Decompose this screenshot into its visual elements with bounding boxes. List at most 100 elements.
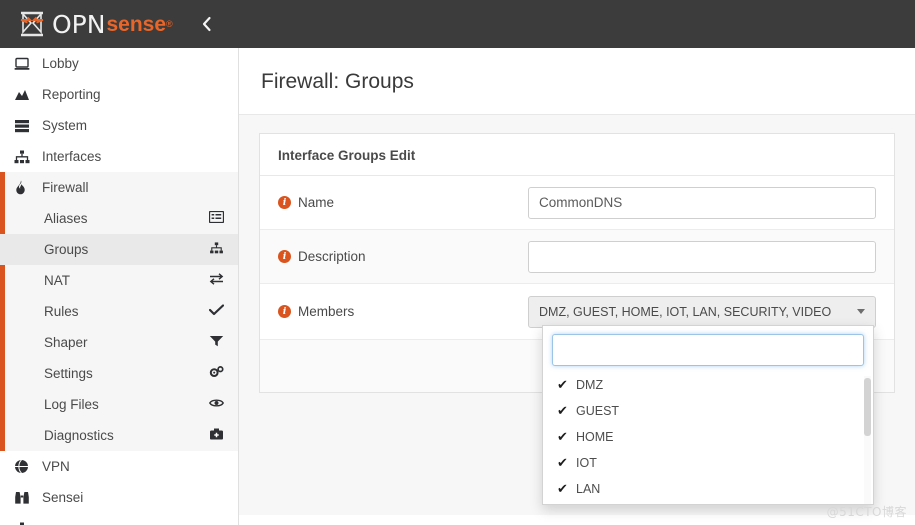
sidebar-item-partial[interactable] (0, 513, 238, 525)
partial-item-icon (14, 522, 38, 525)
dropdown-option-lan[interactable]: ✔ LAN (543, 476, 873, 502)
sidebar-label-sensei: Sensei (42, 490, 83, 505)
check-icon: ✔ (557, 378, 576, 393)
sidebar-collapse-button[interactable] (195, 9, 219, 39)
sidebar-item-interfaces[interactable]: Interfaces (0, 141, 238, 172)
form-row-description: i Description (260, 230, 894, 284)
field-label-description: i Description (278, 249, 528, 264)
sitemap-icon (14, 150, 38, 164)
fire-icon (14, 180, 38, 195)
panel-heading: Interface Groups Edit (260, 134, 894, 176)
field-control-name (528, 187, 876, 219)
sidebar-item-system[interactable]: System (0, 110, 238, 141)
dropdown-option-label: HOME (576, 430, 614, 444)
medkit-icon (206, 428, 224, 444)
field-label-members: i Members (278, 304, 528, 319)
brand-opn-text: OPN (52, 12, 105, 37)
exchange-icon (206, 273, 224, 289)
active-accent-bar (0, 172, 5, 203)
sidebar-label-vpn: VPN (42, 459, 70, 474)
members-select-value: DMZ, GUEST, HOME, IOT, LAN, SECURITY, VI… (539, 305, 831, 319)
sidebar-item-groups[interactable]: Groups (0, 234, 238, 265)
sidebar-label-interfaces: Interfaces (42, 149, 101, 164)
sidebar-label-reporting: Reporting (42, 87, 101, 102)
dropdown-search-input[interactable] (552, 334, 864, 366)
sidebar-item-shaper[interactable]: Shaper (0, 327, 238, 358)
check-icon: ✔ (557, 456, 576, 471)
sidebar-label-firewall: Firewall (42, 180, 89, 195)
cogs-icon (206, 366, 224, 382)
dropdown-search-wrapper (543, 326, 873, 372)
sidebar-item-aliases[interactable]: Aliases (0, 203, 238, 234)
info-circle-icon[interactable]: i (278, 196, 291, 209)
label-text-description: Description (298, 249, 366, 264)
page-title: Firewall: Groups (239, 48, 915, 94)
dropdown-option-guest[interactable]: ✔ GUEST (543, 398, 873, 424)
field-label-name: i Name (278, 195, 528, 210)
dropdown-scrollbar-thumb[interactable] (864, 378, 871, 436)
sidebar-item-rules[interactable]: Rules (0, 296, 238, 327)
filter-icon (206, 335, 224, 351)
dropdown-option-home[interactable]: ✔ HOME (543, 424, 873, 450)
sidebar-label-groups: Groups (44, 242, 88, 257)
sidebar-item-vpn[interactable]: VPN (0, 451, 238, 482)
sitemap-icon (206, 242, 224, 258)
list-alt-icon (206, 211, 224, 227)
sidebar-label-aliases: Aliases (44, 211, 88, 226)
form-row-name: i Name (260, 176, 894, 230)
sidebar-item-reporting[interactable]: Reporting (0, 79, 238, 110)
sidebar-label-log-files: Log Files (44, 397, 99, 412)
name-input[interactable] (528, 187, 876, 219)
sidebar-item-nat[interactable]: NAT (0, 265, 238, 296)
dropdown-option-label: IOT (576, 456, 597, 470)
globe-icon (14, 459, 38, 474)
dropdown-option-dmz[interactable]: ✔ DMZ (543, 372, 873, 398)
chart-area-icon (14, 88, 38, 102)
check-icon: ✔ (557, 404, 576, 419)
sidebar-label-shaper: Shaper (44, 335, 88, 350)
label-text-members: Members (298, 304, 354, 319)
sidebar-label-diagnostics: Diagnostics (44, 428, 114, 443)
members-dropdown-panel[interactable]: ✔ DMZ ✔ GUEST ✔ HOME ✔ IOT ✔ LAN (542, 325, 874, 505)
binoculars-icon (14, 491, 38, 505)
dropdown-option-label: DMZ (576, 378, 603, 392)
dropdown-option-label: GUEST (576, 404, 619, 418)
sidebar-navigation[interactable]: Lobby Reporting System Interfaces (0, 48, 239, 525)
sidebar-item-diagnostics[interactable]: Diagnostics (0, 420, 238, 451)
opnsense-logo-icon (18, 11, 46, 37)
field-control-members: DMZ, GUEST, HOME, IOT, LAN, SECURITY, VI… (528, 296, 876, 328)
brand-registered-mark: ® (166, 19, 173, 29)
chevron-down-icon (857, 309, 865, 314)
label-text-name: Name (298, 195, 334, 210)
brand-sense-text: sense (106, 14, 166, 35)
brand-logo[interactable]: OPN sense ® (18, 11, 173, 37)
chevron-left-icon (201, 16, 212, 32)
eye-icon (206, 397, 224, 413)
firewall-submenu: Aliases Groups NAT Rules (0, 203, 238, 451)
opnsense-window: OPN sense ® Lobby Reporting (0, 0, 915, 525)
field-control-description (528, 241, 876, 273)
info-circle-icon[interactable]: i (278, 250, 291, 263)
sidebar-item-settings[interactable]: Settings (0, 358, 238, 389)
description-input[interactable] (528, 241, 876, 273)
laptop-icon (14, 57, 38, 71)
dropdown-option-iot[interactable]: ✔ IOT (543, 450, 873, 476)
dropdown-option-list: ✔ DMZ ✔ GUEST ✔ HOME ✔ IOT ✔ LAN (543, 372, 873, 502)
sidebar-item-lobby[interactable]: Lobby (0, 48, 238, 79)
sidebar-label-rules: Rules (44, 304, 79, 319)
sidebar-item-firewall[interactable]: Firewall (0, 172, 238, 203)
sidebar-label-system: System (42, 118, 87, 133)
check-icon: ✔ (557, 430, 576, 445)
server-icon (14, 119, 38, 133)
sidebar-label-nat: NAT (44, 273, 70, 288)
check-icon: ✔ (557, 482, 576, 497)
members-select[interactable]: DMZ, GUEST, HOME, IOT, LAN, SECURITY, VI… (528, 296, 876, 328)
info-circle-icon[interactable]: i (278, 305, 291, 318)
dropdown-option-label: LAN (576, 482, 600, 496)
sidebar-item-sensei[interactable]: Sensei (0, 482, 238, 513)
top-header-bar: OPN sense ® (0, 0, 915, 48)
sidebar-item-log-files[interactable]: Log Files (0, 389, 238, 420)
sidebar-label-lobby: Lobby (42, 56, 79, 71)
sidebar-label-settings: Settings (44, 366, 93, 381)
check-icon (206, 304, 224, 320)
